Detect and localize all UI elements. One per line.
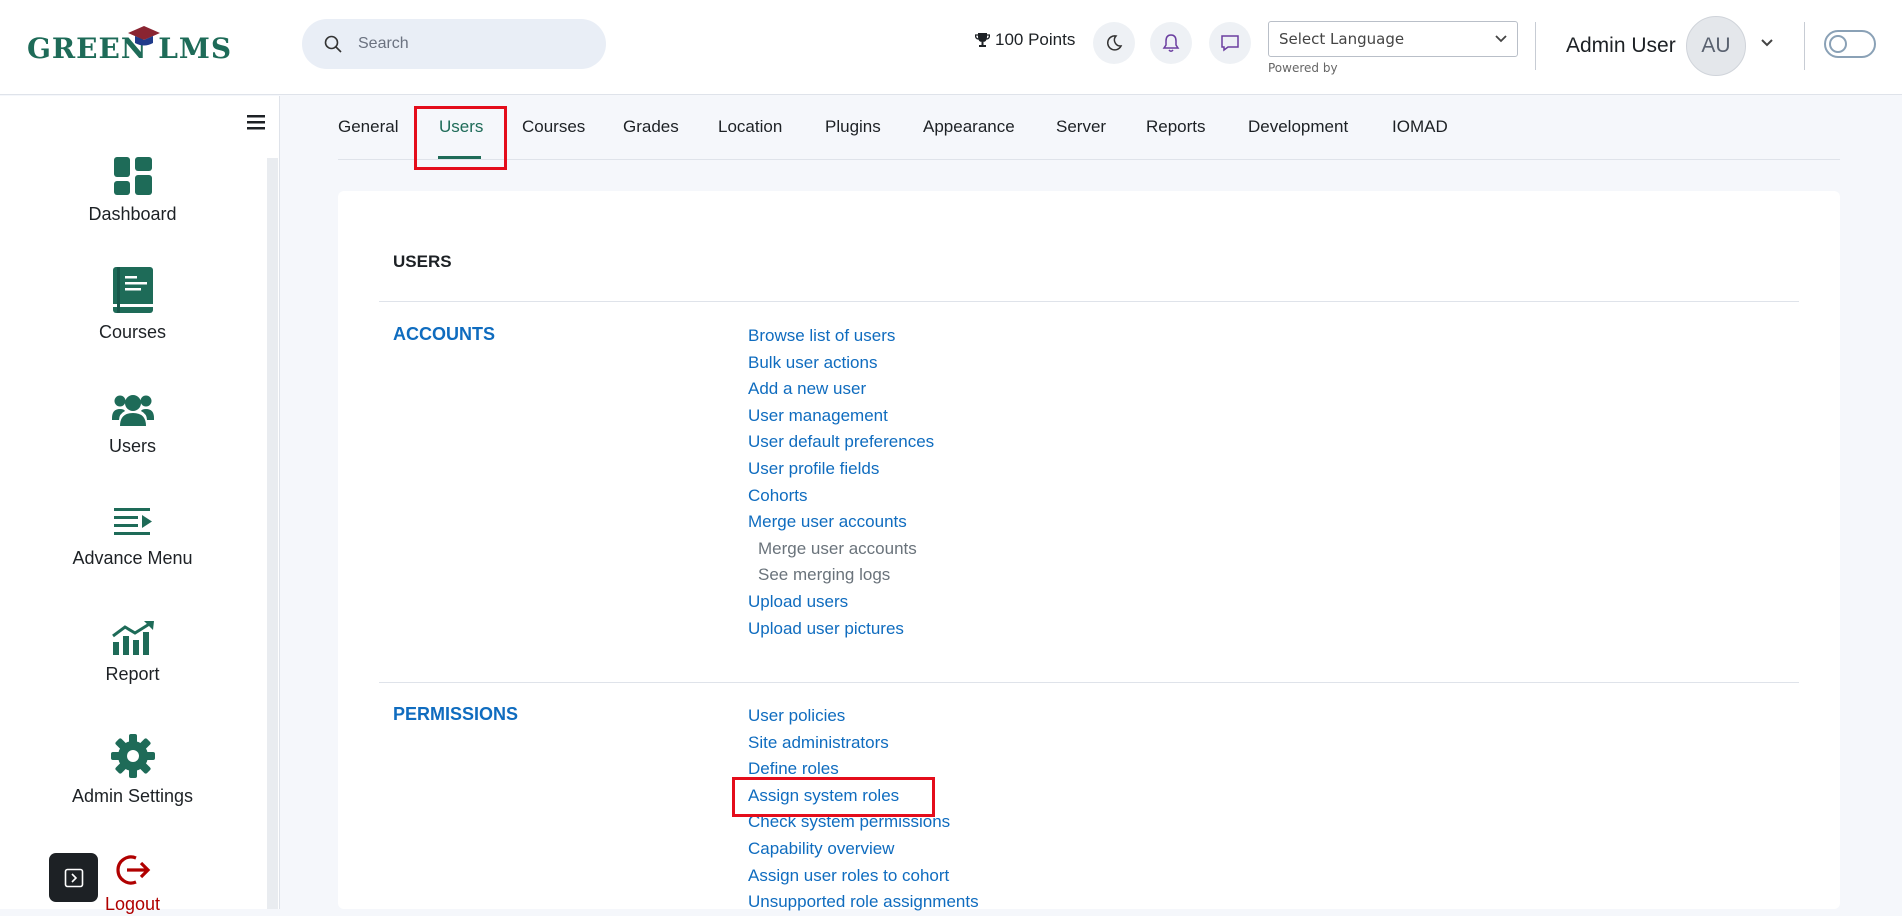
link-merge-user-accounts-sub[interactable]: Merge user accounts xyxy=(748,536,934,563)
tab-appearance[interactable]: Appearance xyxy=(923,117,1015,137)
link-bulk-user-actions[interactable]: Bulk user actions xyxy=(748,350,934,377)
page-title: USERS xyxy=(393,252,452,271)
points-display[interactable]: 100 Points xyxy=(975,30,1075,50)
search-input[interactable] xyxy=(358,35,578,53)
sidebar-item-dashboard[interactable]: Dashboard xyxy=(0,156,265,225)
link-unsupported-role-assignments[interactable]: Unsupported role assignments xyxy=(748,889,979,916)
graduation-cap-icon xyxy=(128,26,160,46)
tab-iomad[interactable]: IOMAD xyxy=(1392,117,1448,137)
points-label: 100 Points xyxy=(995,30,1076,49)
content-card xyxy=(338,191,1840,909)
powered-by-text: Powered by xyxy=(1268,61,1338,75)
language-select-value: Select Language xyxy=(1279,30,1405,48)
link-cohorts[interactable]: Cohorts xyxy=(748,483,934,510)
search-bar[interactable] xyxy=(302,19,606,69)
search-icon xyxy=(324,35,342,53)
sidebar-item-label: Dashboard xyxy=(88,204,177,224)
link-site-administrators[interactable]: Site administrators xyxy=(748,730,979,757)
menu-arrow-icon xyxy=(113,508,152,535)
sidebar-item-logout[interactable]: Logout xyxy=(0,852,265,915)
hamburger-icon[interactable] xyxy=(247,114,265,130)
logout-icon xyxy=(115,855,150,885)
link-add-new-user[interactable]: Add a new user xyxy=(748,376,934,403)
logo[interactable]: GREEN LMS xyxy=(27,26,232,68)
book-icon xyxy=(112,267,153,313)
sidebar-item-advance-menu[interactable]: Advance Menu xyxy=(0,506,265,569)
dark-mode-button[interactable] xyxy=(1093,22,1135,64)
sidebar-item-users[interactable]: Users xyxy=(0,392,265,457)
sidebar-item-label: Users xyxy=(108,436,156,456)
moon-icon xyxy=(1106,35,1123,51)
sidebar-scrollbar[interactable] xyxy=(267,158,278,909)
link-merge-user-accounts[interactable]: Merge user accounts xyxy=(748,509,934,536)
link-upload-user-pictures[interactable]: Upload user pictures xyxy=(748,616,934,643)
tab-development[interactable]: Development xyxy=(1248,117,1348,137)
chat-icon xyxy=(1221,35,1239,52)
user-menu-chevron-icon[interactable] xyxy=(1760,38,1774,48)
gear-icon xyxy=(110,734,155,778)
divider xyxy=(379,301,1799,302)
expand-icon xyxy=(64,868,83,887)
sidebar-item-label: Report xyxy=(105,664,160,684)
link-capability-overview[interactable]: Capability overview xyxy=(748,836,979,863)
highlight-box-assign-system-roles xyxy=(732,777,935,817)
theme-toggle[interactable] xyxy=(1824,30,1876,58)
link-user-policies[interactable]: User policies xyxy=(748,703,979,730)
accounts-links: Browse list of users Bulk user actions A… xyxy=(748,323,934,642)
header-divider xyxy=(1535,22,1536,70)
avatar[interactable]: AU xyxy=(1686,16,1746,76)
tab-server[interactable]: Server xyxy=(1056,117,1106,137)
link-see-merging-logs[interactable]: See merging logs xyxy=(748,562,934,589)
link-user-default-preferences[interactable]: User default preferences xyxy=(748,429,934,456)
expand-panel-button[interactable] xyxy=(49,853,98,902)
user-name[interactable]: Admin User xyxy=(1566,34,1676,58)
sidebar-item-report[interactable]: Report xyxy=(0,620,265,685)
highlight-box-users-tab xyxy=(414,106,507,170)
users-icon xyxy=(111,395,154,426)
link-upload-users[interactable]: Upload users xyxy=(748,589,934,616)
dashboard-icon xyxy=(113,157,152,195)
language-select[interactable]: Select Language xyxy=(1268,21,1518,57)
divider xyxy=(379,682,1799,683)
tab-grades[interactable]: Grades xyxy=(623,117,679,137)
sidebar-item-label: Advance Menu xyxy=(72,548,193,568)
sidebar-item-label: Courses xyxy=(98,322,167,342)
top-header: GREEN LMS 100 Points Select Language Pow… xyxy=(0,0,1902,95)
messages-button[interactable] xyxy=(1209,22,1251,64)
chart-icon xyxy=(111,621,154,655)
tab-plugins[interactable]: Plugins xyxy=(825,117,881,137)
link-browse-users[interactable]: Browse list of users xyxy=(748,323,934,350)
link-user-profile-fields[interactable]: User profile fields xyxy=(748,456,934,483)
sidebar-item-admin-settings[interactable]: Admin Settings xyxy=(0,734,265,807)
bell-icon xyxy=(1162,34,1180,52)
link-assign-user-roles-cohort[interactable]: Assign user roles to cohort xyxy=(748,863,979,890)
notifications-button[interactable] xyxy=(1150,22,1192,64)
avatar-initials: AU xyxy=(1701,34,1731,57)
sidebar-item-courses[interactable]: Courses xyxy=(0,266,265,343)
tab-general[interactable]: General xyxy=(338,117,398,137)
sidebar-item-label: Admin Settings xyxy=(71,786,194,806)
chevron-down-icon xyxy=(1495,35,1507,43)
tab-location[interactable]: Location xyxy=(718,117,782,137)
header-divider xyxy=(1804,22,1805,70)
trophy-icon xyxy=(975,33,990,47)
tab-courses[interactable]: Courses xyxy=(522,117,585,137)
category-permissions[interactable]: PERMISSIONS xyxy=(393,704,518,725)
toggle-knob xyxy=(1829,35,1847,53)
sidebar-item-label: Logout xyxy=(104,894,161,914)
tab-reports[interactable]: Reports xyxy=(1146,117,1206,137)
category-accounts[interactable]: ACCOUNTS xyxy=(393,324,495,345)
link-user-management[interactable]: User management xyxy=(748,403,934,430)
